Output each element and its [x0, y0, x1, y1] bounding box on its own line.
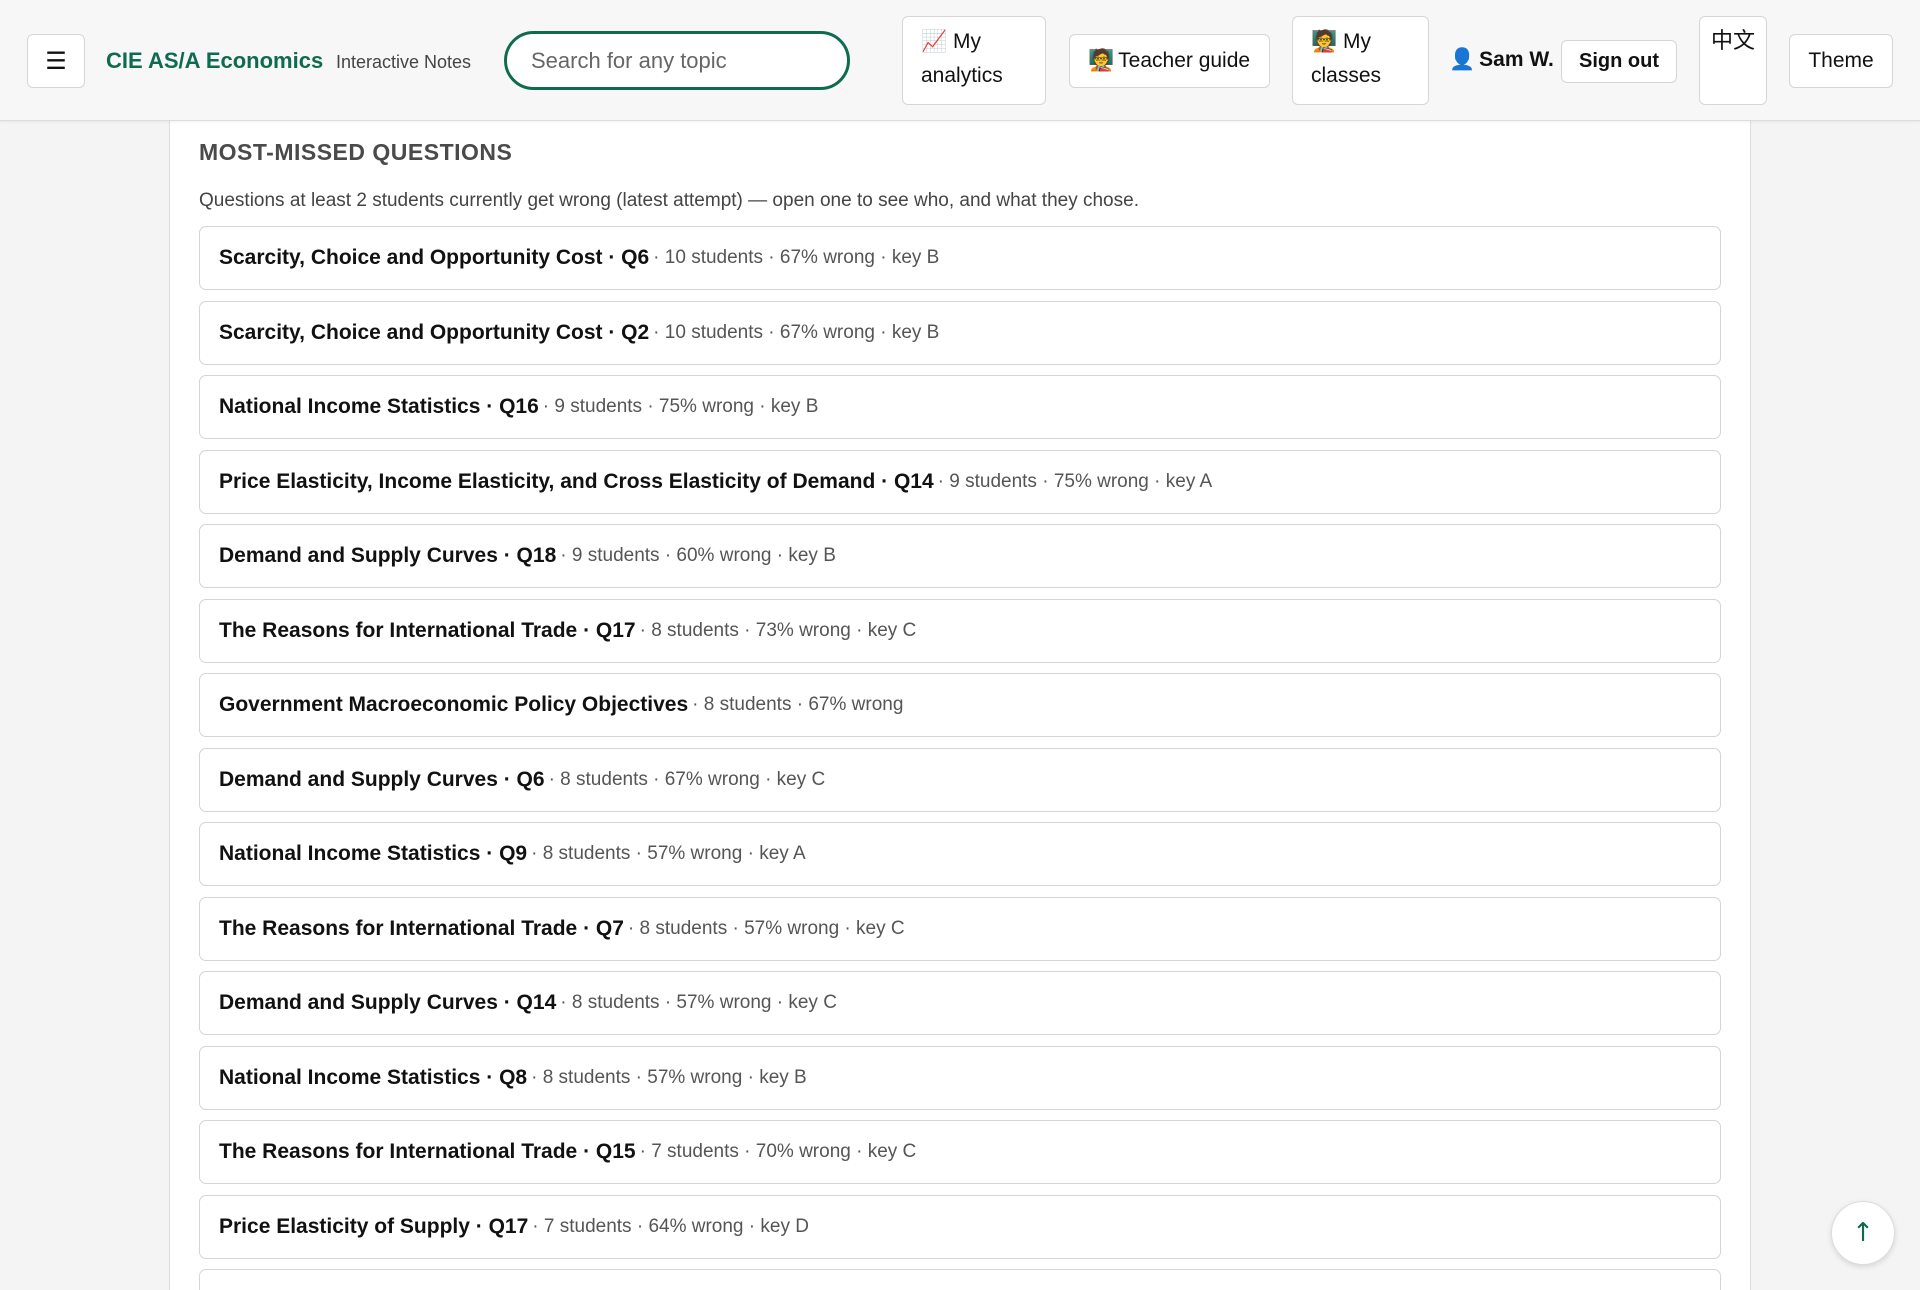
question-stats: · 8 students · 67% wrong: [692, 694, 904, 715]
user-name: Sam W.: [1479, 48, 1554, 71]
question-stats: · 8 students · 67% wrong · key C: [548, 768, 826, 790]
list-item[interactable]: Scarcity, Choice and Opportunity Cost · …: [199, 226, 1721, 290]
list-item[interactable]: The Reasons for International Trade · Q7…: [199, 896, 1721, 961]
list-item[interactable]: The Reasons for International Trade · Q1…: [199, 1120, 1721, 1184]
question-title: The Reasons for International Trade · Q7: [219, 916, 624, 940]
most-missed-list: Scarcity, Choice and Opportunity Cost · …: [199, 226, 1721, 1290]
my-analytics-button[interactable]: 📈 My analytics: [902, 16, 1046, 105]
question-title: Government Macroeconomic Policy Objectiv…: [219, 693, 689, 716]
list-item[interactable]: Demand and Supply Curves · Q18 · 9 studen…: [199, 524, 1721, 588]
user-menu[interactable]: 👤 Sam W.: [1449, 48, 1554, 72]
question-stats: · 8 students · 57% wrong · key B: [531, 1066, 807, 1088]
scroll-to-top-button[interactable]: ↑: [1831, 1201, 1895, 1265]
question-stats: · 10 students · 67% wrong · key B: [653, 247, 940, 268]
question-stats: · 7 students · 64% wrong · key D: [532, 1215, 809, 1237]
question-title: National Income Statistics · Q16: [219, 395, 539, 418]
list-item[interactable]: Demand and Supply Curves · Q14 · 8 studen…: [199, 971, 1721, 1035]
teacher-guide-label: Teacher guide: [1118, 49, 1251, 72]
question-title: The Reasons for International Trade · Q1…: [219, 1140, 636, 1163]
question-stats: · 8 students · 73% wrong · key C: [639, 619, 917, 641]
question-stats: · 9 students · 60% wrong · key B: [560, 545, 836, 566]
teacher-icon: 🧑‍🏫: [1088, 49, 1115, 72]
list-item[interactable]: National Income Statistics · Q8 · 8 stude…: [199, 1045, 1721, 1110]
question-title: Demand and Supply Curves · Q6: [219, 767, 545, 791]
my-classes-button[interactable]: 🧑‍🏫 My classes: [1292, 16, 1429, 105]
menu-button[interactable]: ☰: [27, 34, 85, 88]
theme-button[interactable]: Theme: [1789, 34, 1893, 88]
list-item[interactable]: The Reasons for International Trade · Q1…: [199, 598, 1721, 663]
question-stats: · 9 students · 75% wrong · key B: [542, 396, 819, 417]
list-item[interactable]: Government Macroeconomic Policy Objectiv…: [199, 673, 1721, 737]
section-description: Questions at least 2 students currently …: [199, 190, 1139, 211]
list-item[interactable]: National Income Statistics · Q16 · 9 stud…: [199, 375, 1721, 439]
teacher-icon: 🧑‍🏫: [1311, 30, 1338, 53]
question-title: Price Elasticity, Income Elasticity, and…: [219, 469, 934, 493]
question-stats: · 8 students · 57% wrong · key A: [531, 843, 806, 864]
list-item[interactable]: Demand and Supply Curves · Q6 · 8 student…: [199, 747, 1721, 812]
list-item[interactable]: Price Elasticity of Supply · Q17 · 7 stud…: [199, 1194, 1721, 1259]
question-title: National Income Statistics · Q9: [219, 842, 528, 865]
list-item[interactable]: National Income Statistics · Q9 · 8 stude…: [199, 822, 1721, 886]
list-item[interactable]: Scarcity, Choice and Opportunity Cost · …: [199, 300, 1721, 365]
question-title: Demand and Supply Curves · Q14: [219, 991, 557, 1014]
question-title: Scarcity, Choice and Opportunity Cost · …: [219, 320, 650, 344]
hamburger-icon: ☰: [45, 47, 67, 75]
list-item[interactable]: Price Elasticity, Income Elasticity, and…: [199, 449, 1721, 514]
question-stats: · 8 students · 57% wrong · key C: [560, 992, 837, 1013]
section-title: MOST-MISSED QUESTIONS: [199, 139, 513, 165]
question-stats: · 7 students · 70% wrong · key C: [639, 1141, 917, 1162]
list-item[interactable]: [199, 1269, 1721, 1290]
question-stats: · 10 students · 67% wrong · key B: [653, 321, 940, 343]
sign-out-button[interactable]: Sign out: [1561, 40, 1677, 83]
brand-title[interactable]: CIE AS/A Economics: [106, 48, 323, 74]
language-toggle-button[interactable]: 中文: [1699, 16, 1767, 105]
top-bar: ☰ CIE AS/A Economics Interactive Notes 📈…: [0, 0, 1920, 121]
brand-subtitle: Interactive Notes: [336, 52, 472, 72]
question-title: The Reasons for International Trade · Q1…: [219, 618, 636, 642]
question-title: Scarcity, Choice and Opportunity Cost · …: [219, 246, 650, 269]
user-icon: 👤: [1449, 48, 1476, 71]
question-title: Demand and Supply Curves · Q18: [219, 544, 557, 567]
question-title: National Income Statistics · Q8: [219, 1065, 528, 1089]
question-title: Price Elasticity of Supply · Q17: [219, 1214, 529, 1238]
search-input[interactable]: [504, 31, 850, 90]
arrow-up-icon: ↑: [1852, 1218, 1874, 1248]
chart-icon: 📈: [921, 30, 948, 53]
question-stats: · 9 students · 75% wrong · key A: [937, 470, 1213, 492]
teacher-guide-button[interactable]: 🧑‍🏫 Teacher guide: [1069, 34, 1270, 88]
question-stats: · 8 students · 57% wrong · key C: [627, 917, 905, 939]
